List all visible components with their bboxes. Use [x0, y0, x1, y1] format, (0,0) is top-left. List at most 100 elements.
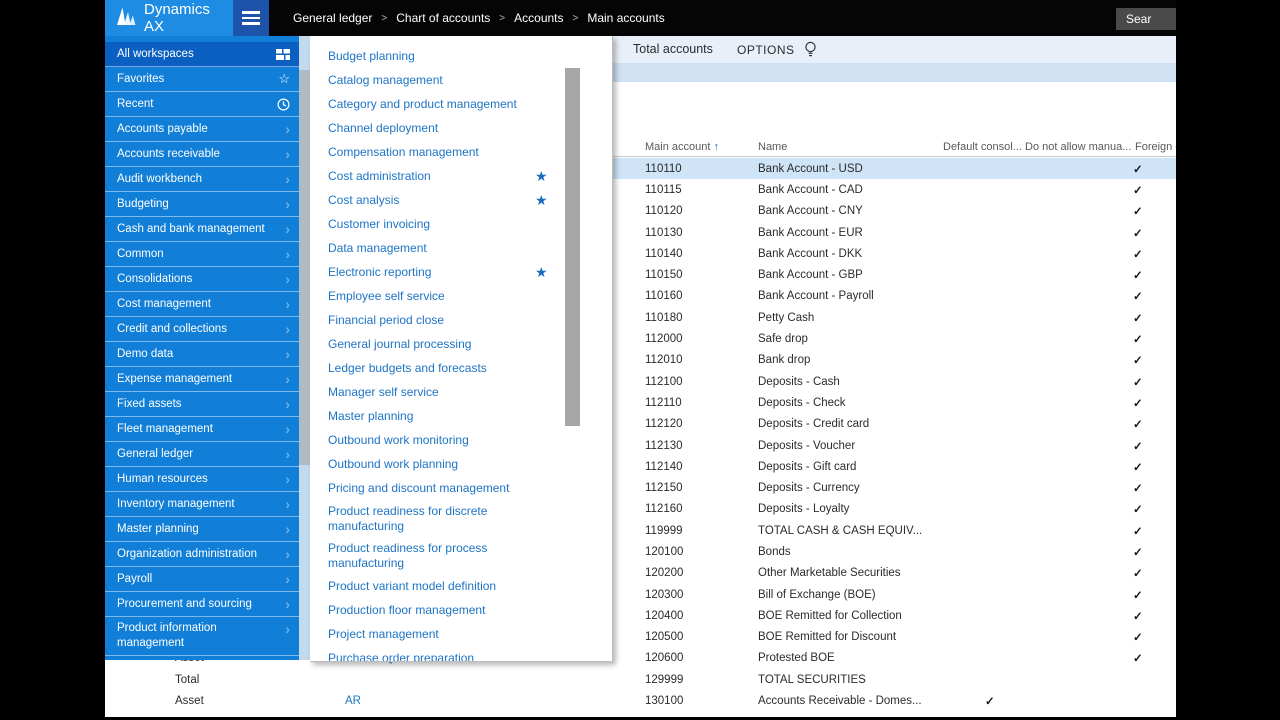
- main-account-cell[interactable]: 112140: [645, 461, 683, 473]
- name-cell: Bank Account - USD: [758, 162, 863, 175]
- flyout-item-label: Financial period close: [328, 313, 445, 327]
- app-logo[interactable]: Dynamics AX: [105, 0, 233, 36]
- flyout-item-project-management[interactable]: Project management: [328, 622, 612, 646]
- sidebar-item-cost-management[interactable]: Cost management ›: [105, 292, 299, 317]
- sidebar-item-favorites[interactable]: Favorites ☆: [105, 67, 299, 92]
- flyout-item-label: Manager self service: [328, 385, 439, 399]
- sidebar-item-fixed-assets[interactable]: Fixed assets ›: [105, 392, 299, 417]
- main-account-cell[interactable]: 110180: [645, 312, 683, 324]
- main-account-cell[interactable]: 120300: [645, 589, 683, 601]
- main-account-cell[interactable]: 110150: [645, 269, 683, 281]
- sidebar-item-master-planning[interactable]: Master planning ›: [105, 517, 299, 542]
- main-account-cell[interactable]: 110110: [645, 163, 682, 175]
- flyout-item-product-readiness-for-discrete-manufacturing[interactable]: Product readiness for discrete manufactu…: [328, 500, 563, 537]
- flyout-item-purchase-order-preparation[interactable]: Purchase order preparation: [328, 646, 612, 661]
- sidebar-item-human-resources[interactable]: Human resources ›: [105, 467, 299, 492]
- sidebar-item-label: Demo data: [117, 348, 174, 360]
- main-account-cell[interactable]: 120100: [645, 546, 683, 558]
- sidebar-item-common[interactable]: Common ›: [105, 242, 299, 267]
- main-account-cell[interactable]: 112150: [645, 482, 683, 494]
- flyout-item-outbound-work-monitoring[interactable]: Outbound work monitoring: [328, 428, 612, 452]
- sidebar-item-label: Credit and collections: [117, 323, 227, 335]
- flyout-scrollbar-thumb[interactable]: [565, 68, 580, 426]
- flyout-item-production-floor-management[interactable]: Production floor management: [328, 598, 612, 622]
- favorite-star-icon[interactable]: ★: [535, 164, 548, 188]
- main-account-cell[interactable]: 110140: [645, 248, 683, 260]
- main-account-cell[interactable]: 112120: [645, 418, 683, 430]
- options-menu-button[interactable]: OPTIONS: [737, 43, 795, 57]
- sidebar-item-demo-data[interactable]: Demo data ›: [105, 342, 299, 367]
- main-account-cell[interactable]: 112130: [645, 440, 683, 452]
- column-header-main-account[interactable]: Main account ↑: [645, 141, 719, 153]
- sidebar-item-expense-management[interactable]: Expense management ›: [105, 367, 299, 392]
- foreign-currency-checkmark-icon: ✓: [1133, 376, 1143, 389]
- table-row-130100[interactable]: Asset AR 130100 Accounts Receivable - Domes…: [105, 690, 1176, 711]
- column-header-do-not-allow-manual[interactable]: Do not allow manua...: [1025, 141, 1131, 153]
- main-account-cell[interactable]: 110160: [645, 290, 683, 302]
- main-account-cell[interactable]: 120500: [645, 631, 683, 643]
- sidebar-item-budgeting[interactable]: Budgeting ›: [105, 192, 299, 217]
- favorite-star-icon[interactable]: ★: [535, 188, 548, 212]
- sidebar-item-product-information-management[interactable]: Product information management ›: [105, 617, 299, 656]
- main-account-cell[interactable]: 110115: [645, 184, 682, 196]
- main-account-cell[interactable]: 129999: [645, 674, 683, 686]
- breadcrumb-item-chart-of-accounts[interactable]: Chart of accounts: [396, 11, 490, 25]
- sidebar-item-production-control[interactable]: Production control›: [105, 656, 299, 660]
- sidebar-item-label: Recent: [117, 98, 154, 110]
- column-header-name[interactable]: Name: [758, 141, 787, 153]
- flyout-item-budget-planning[interactable]: Budget planning: [328, 44, 612, 68]
- main-account-cell[interactable]: 112000: [645, 333, 683, 345]
- main-account-cell[interactable]: 112010: [645, 354, 683, 366]
- sidebar-item-audit-workbench[interactable]: Audit workbench ›: [105, 167, 299, 192]
- letterbox-right: [1176, 0, 1280, 720]
- sidebar-item-cash-and-bank-management[interactable]: Cash and bank management ›: [105, 217, 299, 242]
- sidebar-scrollbar-thumb[interactable]: [299, 70, 310, 465]
- main-account-category-link[interactable]: AR: [345, 695, 361, 707]
- table-row-129999[interactable]: Total 129999 TOTAL SECURITIES: [105, 669, 1176, 690]
- main-account-cell[interactable]: 112110: [645, 397, 682, 409]
- do-not-allow-manual-checkmark-icon: ✓: [985, 696, 995, 709]
- name-cell: Bank Account - CNY: [758, 205, 863, 218]
- main-account-cell[interactable]: 112160: [645, 503, 683, 515]
- sidebar-item-general-ledger[interactable]: General ledger ›: [105, 442, 299, 467]
- main-account-cell[interactable]: 120400: [645, 610, 683, 622]
- chevron-right-icon: ›: [285, 296, 290, 312]
- sidebar-scrollbar[interactable]: [299, 36, 310, 660]
- sidebar-item-procurement-and-sourcing[interactable]: Procurement and sourcing ›: [105, 592, 299, 617]
- foreign-currency-checkmark-icon: ✓: [1133, 504, 1143, 517]
- main-account-cell[interactable]: 110130: [645, 227, 683, 239]
- breadcrumb-item-general-ledger[interactable]: General ledger: [293, 11, 372, 25]
- main-account-cell[interactable]: 120600: [645, 652, 683, 664]
- chevron-right-icon: ›: [285, 121, 290, 137]
- flyout-item-pricing-and-discount-management[interactable]: Pricing and discount management: [328, 476, 612, 500]
- main-account-cell[interactable]: 110120: [645, 205, 683, 217]
- main-account-type-cell: Asset: [175, 695, 204, 708]
- sidebar-item-accounts-receivable[interactable]: Accounts receivable ›: [105, 142, 299, 167]
- breadcrumb-item-main-accounts[interactable]: Main accounts: [587, 11, 664, 25]
- sidebar-item-consolidations[interactable]: Consolidations ›: [105, 267, 299, 292]
- hamburger-menu-button[interactable]: [233, 0, 269, 36]
- sidebar-item-inventory-management[interactable]: Inventory management ›: [105, 492, 299, 517]
- sidebar-item-organization-administration[interactable]: Organization administration ›: [105, 542, 299, 567]
- chevron-right-icon: ›: [285, 321, 290, 337]
- favorite-star-icon[interactable]: ★: [535, 260, 548, 284]
- sidebar-item-accounts-payable[interactable]: Accounts payable ›: [105, 117, 299, 142]
- column-header-default-consolidation[interactable]: Default consol...: [943, 141, 1022, 153]
- sidebar-item-payroll[interactable]: Payroll ›: [105, 567, 299, 592]
- breadcrumb-item-accounts[interactable]: Accounts: [514, 11, 563, 25]
- flyout-item-outbound-work-planning[interactable]: Outbound work planning: [328, 452, 612, 476]
- sidebar-item-fleet-management[interactable]: Fleet management ›: [105, 417, 299, 442]
- name-cell: Deposits - Currency: [758, 482, 860, 495]
- flyout-item-product-variant-model-definition[interactable]: Product variant model definition: [328, 574, 612, 598]
- main-account-cell[interactable]: 130100: [645, 695, 683, 707]
- lightbulb-icon[interactable]: [804, 41, 817, 63]
- sidebar-item-credit-and-collections[interactable]: Credit and collections ›: [105, 317, 299, 342]
- main-account-cell[interactable]: 120200: [645, 567, 683, 579]
- sidebar-item-recent[interactable]: Recent: [105, 92, 299, 117]
- main-account-cell[interactable]: 119999: [645, 525, 683, 537]
- foreign-currency-checkmark-icon: ✓: [1133, 163, 1143, 176]
- flyout-item-product-readiness-for-process-manufacturing[interactable]: Product readiness for process manufactur…: [328, 537, 563, 574]
- name-cell: Bonds: [758, 545, 791, 558]
- main-account-cell[interactable]: 112100: [645, 376, 683, 388]
- sidebar-item-all-workspaces[interactable]: All workspaces: [105, 42, 299, 67]
